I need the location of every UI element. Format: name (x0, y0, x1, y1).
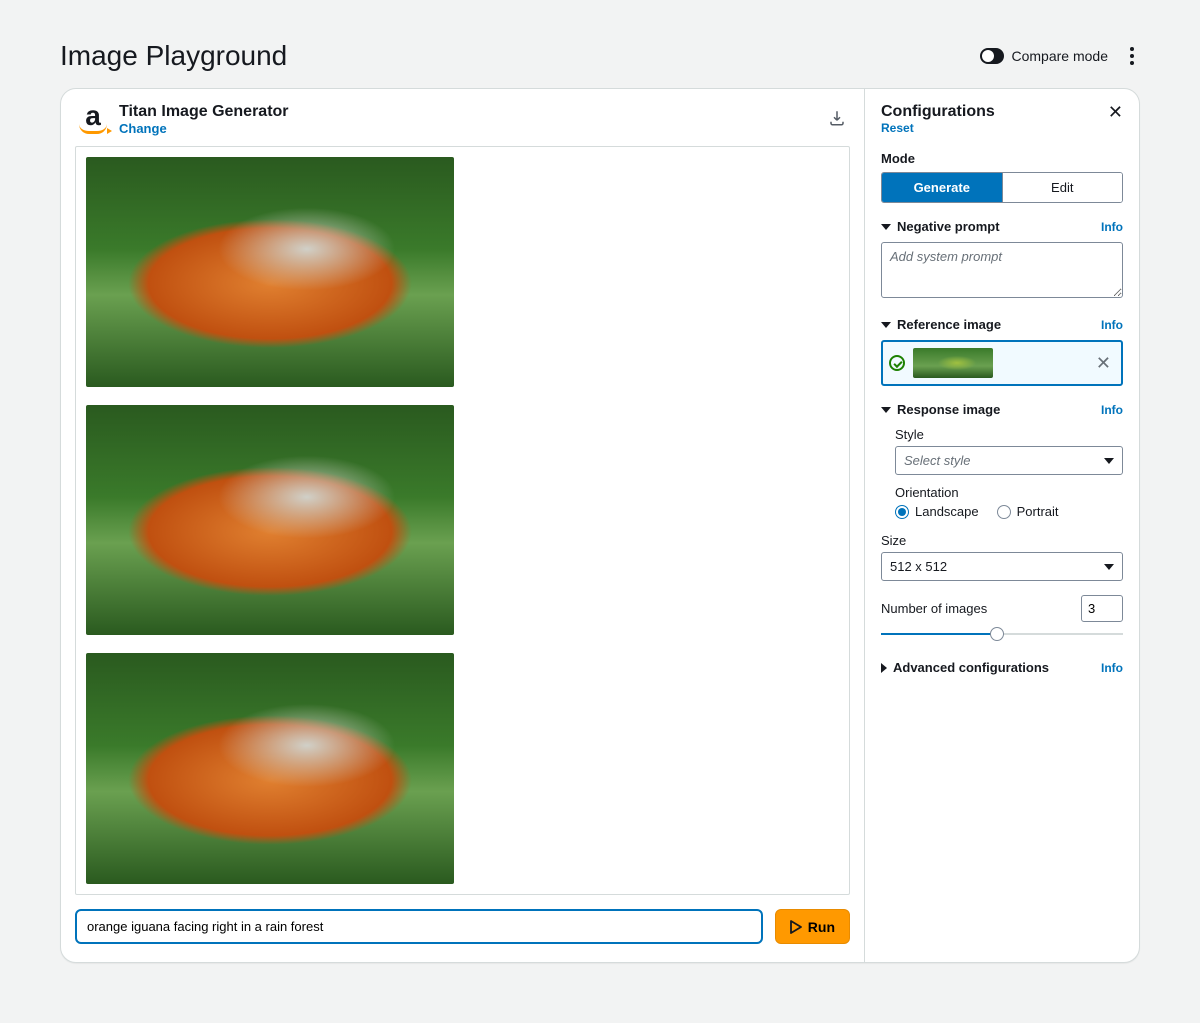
reference-image-info-link[interactable]: Info (1101, 318, 1123, 332)
chevron-right-icon (881, 663, 887, 673)
size-select-value: 512 x 512 (890, 559, 947, 574)
amazon-logo-icon: a (79, 106, 107, 134)
play-icon (790, 920, 802, 934)
radio-icon (997, 505, 1011, 519)
style-select[interactable]: Select style (895, 446, 1123, 475)
toggle-icon (980, 48, 1004, 64)
compare-mode-toggle[interactable]: Compare mode (980, 48, 1109, 64)
advanced-config-info-link[interactable]: Info (1101, 661, 1123, 675)
page-header: Image Playground Compare mode (60, 40, 1140, 72)
generated-image[interactable] (86, 405, 454, 635)
reference-image-toggle[interactable]: Reference image Info (881, 317, 1123, 332)
radio-icon (895, 505, 909, 519)
response-image-label: Response image (897, 402, 1000, 417)
results-gallery (75, 146, 850, 895)
orientation-portrait-radio[interactable]: Portrait (997, 504, 1059, 519)
negative-prompt-toggle[interactable]: Negative prompt Info (881, 219, 1123, 234)
size-select[interactable]: 512 x 512 (881, 552, 1123, 581)
advanced-config-label: Advanced configurations (893, 660, 1049, 675)
size-label: Size (881, 533, 1123, 548)
slider-thumb-icon (990, 627, 1004, 641)
reset-link[interactable]: Reset (881, 121, 995, 135)
reference-image-slot[interactable]: ✕ (881, 340, 1123, 386)
download-button[interactable] (828, 109, 846, 130)
run-button[interactable]: Run (775, 909, 850, 944)
model-name: Titan Image Generator (119, 103, 289, 121)
orientation-landscape-label: Landscape (915, 504, 979, 519)
prompt-input[interactable] (75, 909, 763, 944)
compare-mode-label: Compare mode (1012, 48, 1109, 64)
response-image-info-link[interactable]: Info (1101, 403, 1123, 417)
generated-image[interactable] (86, 157, 454, 387)
negative-prompt-input[interactable] (881, 242, 1123, 298)
num-images-label: Number of images (881, 601, 987, 616)
mode-generate-button[interactable]: Generate (882, 173, 1002, 202)
orientation-landscape-radio[interactable]: Landscape (895, 504, 979, 519)
close-config-button[interactable]: ✕ (1108, 103, 1123, 121)
style-label: Style (895, 427, 1123, 442)
negative-prompt-label: Negative prompt (897, 219, 1000, 234)
config-title: Configurations (881, 103, 995, 121)
reference-thumbnail (913, 348, 993, 378)
run-button-label: Run (808, 919, 835, 935)
style-select-placeholder: Select style (904, 453, 970, 468)
num-images-input[interactable] (1081, 595, 1123, 622)
chevron-down-icon (1104, 564, 1114, 570)
more-menu-button[interactable] (1124, 47, 1140, 65)
mode-edit-button[interactable]: Edit (1002, 173, 1123, 202)
negative-prompt-info-link[interactable]: Info (1101, 220, 1123, 234)
generated-image[interactable] (86, 653, 454, 884)
remove-reference-button[interactable]: ✕ (1092, 353, 1115, 374)
advanced-config-toggle[interactable]: Advanced configurations (881, 660, 1049, 675)
orientation-portrait-label: Portrait (1017, 504, 1059, 519)
orientation-label: Orientation (895, 485, 1123, 500)
mode-segmented: Generate Edit (881, 172, 1123, 203)
page-title: Image Playground (60, 40, 287, 72)
chevron-down-icon (881, 322, 891, 328)
change-model-link[interactable]: Change (119, 121, 289, 136)
mode-label: Mode (881, 151, 1123, 166)
response-image-toggle[interactable]: Response image Info (881, 402, 1123, 417)
chevron-down-icon (881, 224, 891, 230)
chevron-down-icon (881, 407, 891, 413)
reference-image-label: Reference image (897, 317, 1001, 332)
chevron-down-icon (1104, 458, 1114, 464)
num-images-slider[interactable] (881, 626, 1123, 642)
check-icon (889, 355, 905, 371)
